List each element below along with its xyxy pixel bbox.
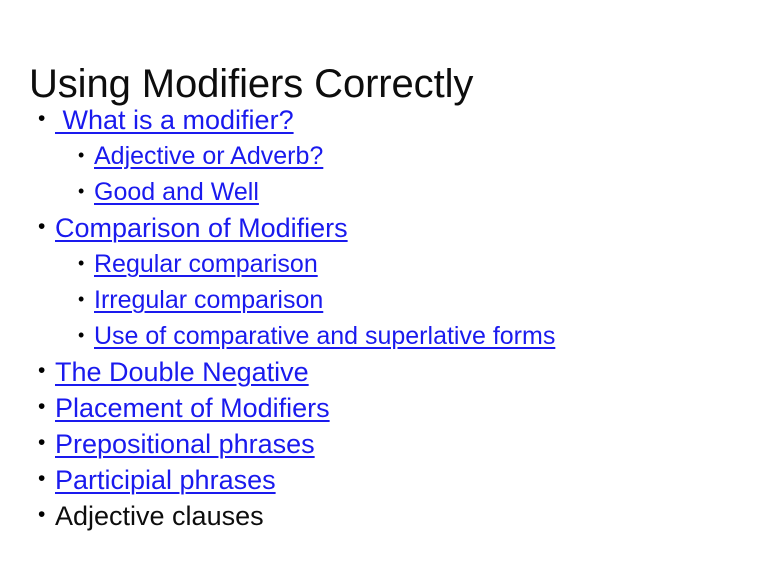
bullet-point-icon: • — [38, 467, 46, 490]
hyperlink-label[interactable]: The Double Negative — [55, 356, 309, 388]
list-item[interactable]: • Irregular comparison — [0, 284, 768, 320]
bullet-point-icon: • — [78, 253, 85, 273]
bullet-point-icon: • — [38, 431, 46, 454]
bullet-point-icon: • — [78, 181, 85, 201]
list-item: • Adjective clauses — [0, 500, 768, 536]
hyperlink-label[interactable]: Regular comparison — [94, 248, 318, 281]
list-item[interactable]: • The Double Negative — [0, 356, 768, 392]
slide: Using Modifiers Correctly • What is a mo… — [0, 0, 768, 576]
hyperlink-label[interactable]: Comparison of Modifiers — [55, 212, 348, 244]
list-item[interactable]: • Good and Well — [0, 176, 768, 212]
list-item[interactable]: • Adjective or Adverb? — [0, 140, 768, 176]
hyperlink-label[interactable]: Participial phrases — [55, 464, 276, 496]
list-item[interactable]: • What is a modifier? — [0, 104, 768, 140]
bullet-point-icon: • — [78, 145, 85, 165]
list-item[interactable]: • Prepositional phrases — [0, 428, 768, 464]
bullet-point-icon: • — [38, 359, 46, 382]
bullet-point-icon: • — [78, 325, 85, 345]
bullet-point-icon: • — [38, 395, 46, 418]
list-item[interactable]: • Participial phrases — [0, 464, 768, 500]
page-title: Using Modifiers Correctly — [29, 61, 474, 106]
hyperlink-label[interactable]: Prepositional phrases — [55, 428, 315, 460]
list-item[interactable]: • Use of comparative and superlative form… — [0, 320, 768, 356]
list-item[interactable]: • Comparison of Modifiers — [0, 212, 768, 248]
hyperlink-label[interactable]: Adjective or Adverb? — [94, 140, 323, 173]
bullet-point-icon: • — [78, 289, 85, 309]
list-item[interactable]: • Regular comparison — [0, 248, 768, 284]
hyperlink-label[interactable]: Good and Well — [94, 176, 259, 209]
list-item-label: Adjective clauses — [55, 501, 264, 531]
hyperlink-label[interactable]: Use of comparative and superlative forms — [94, 320, 555, 353]
hyperlink-label[interactable]: Placement of Modifiers — [55, 392, 330, 424]
bullet-list: • What is a modifier? • Adjective or Adver… — [0, 104, 768, 536]
hyperlink-label[interactable]: Irregular comparison — [94, 284, 323, 317]
bullet-point-icon: • — [38, 107, 46, 130]
bullet-point-icon: • — [38, 503, 46, 526]
list-item[interactable]: • Placement of Modifiers — [0, 392, 768, 428]
bullet-point-icon: • — [38, 215, 46, 238]
hyperlink-label[interactable]: What is a modifier? — [55, 104, 294, 136]
